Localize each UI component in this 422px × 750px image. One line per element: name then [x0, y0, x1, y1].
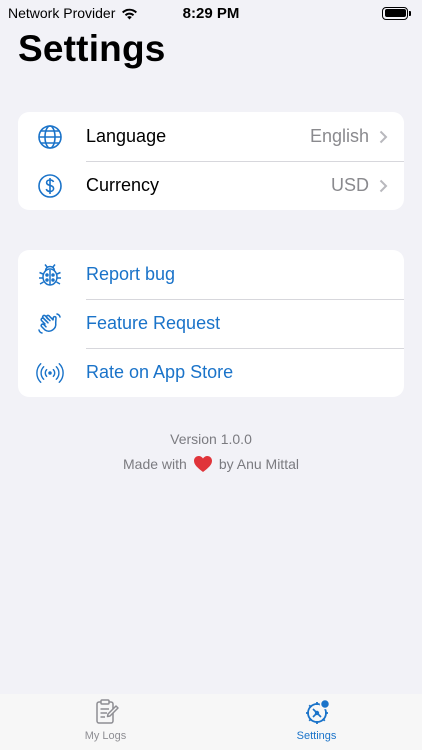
- status-time: 8:29 PM: [182, 4, 240, 22]
- tab-bar: My Logs Settings: [0, 694, 422, 750]
- globe-icon: [36, 123, 64, 151]
- page-title: Settings: [18, 28, 166, 69]
- waving-hand-icon: [36, 310, 64, 338]
- heart-icon: [193, 456, 212, 472]
- tab-settings[interactable]: Settings: [211, 694, 422, 750]
- support-group: Report bug Feature Request Rate on App S…: [18, 250, 404, 397]
- currency-label: Currency: [86, 175, 160, 195]
- currency-value: USD: [330, 175, 369, 195]
- report-bug-label: Report bug: [86, 264, 176, 284]
- battery-icon: [382, 6, 411, 20]
- chevron-right-icon: [379, 179, 388, 192]
- language-row[interactable]: Language English: [18, 112, 404, 161]
- feature-request-label: Feature Request: [86, 313, 221, 333]
- ladybug-icon: [36, 261, 64, 289]
- wifi-icon: [122, 8, 138, 19]
- tab-label-settings: Settings: [296, 730, 337, 742]
- language-value: English: [309, 126, 369, 146]
- status-bar: Network Provider 8:29 PM: [0, 0, 422, 26]
- carrier-name: Network Provider: [8, 5, 116, 21]
- app-version: Version 1.0.0: [170, 431, 252, 447]
- rate-app-row[interactable]: Rate on App Store: [18, 348, 404, 397]
- tab-my-logs[interactable]: My Logs: [0, 694, 211, 750]
- tab-label-my-logs: My Logs: [84, 730, 127, 742]
- preferences-group: Language English Currency USD: [18, 112, 404, 210]
- language-label: Language: [86, 126, 167, 146]
- status-left: Network Provider: [8, 5, 138, 21]
- report-bug-row[interactable]: Report bug: [18, 250, 404, 299]
- settings-gear-icon: [305, 698, 330, 724]
- currency-row[interactable]: Currency USD: [18, 161, 404, 210]
- credits: Made with by Anu Mittal: [0, 455, 422, 473]
- rate-app-label: Rate on App Store: [86, 362, 234, 382]
- notepad-icon: [95, 699, 119, 724]
- dollar-circle-icon: [36, 172, 64, 200]
- credits-prefix: Made with: [123, 456, 187, 472]
- credits-suffix: by Anu Mittal: [218, 456, 299, 472]
- broadcast-icon: [36, 359, 64, 387]
- chevron-right-icon: [379, 130, 388, 143]
- feature-request-row[interactable]: Feature Request: [18, 299, 404, 348]
